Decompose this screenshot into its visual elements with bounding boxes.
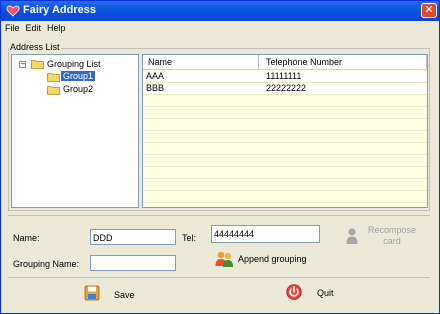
tree-item-group2[interactable]: Group2 — [63, 84, 93, 96]
list-header: Name Telephone Number — [143, 55, 427, 70]
grouping-tree[interactable]: − Grouping List Group1 Group2 — [11, 54, 139, 208]
tree-item-group1[interactable]: Group1 — [61, 71, 96, 83]
title-bar[interactable]: Fairy Address ✕ — [1, 1, 439, 21]
power-icon — [286, 284, 302, 300]
menu-file[interactable]: File — [1, 21, 23, 35]
folder-open-icon — [47, 73, 60, 82]
menu-bar: File Edit Help — [1, 21, 439, 35]
recompose-card-button[interactable]: Recompose card — [363, 225, 421, 247]
tree-item-grouping-list[interactable]: Grouping List — [47, 59, 101, 71]
close-button[interactable]: ✕ — [421, 3, 437, 18]
column-header-telephone[interactable]: Telephone Number — [266, 57, 342, 67]
divider — [8, 277, 430, 278]
cell-name: AAA — [146, 71, 165, 81]
name-input[interactable]: DDD — [90, 229, 176, 245]
tel-label: Tel: — [182, 233, 197, 243]
close-icon: ✕ — [424, 3, 434, 16]
save-icon — [84, 285, 100, 301]
append-grouping-button[interactable]: Append grouping — [215, 250, 319, 270]
collapse-icon[interactable]: − — [19, 61, 26, 68]
table-row[interactable]: AAA 11111111 — [143, 71, 427, 82]
column-header-name[interactable]: Name — [148, 57, 172, 67]
table-row[interactable]: BBB 22222222 — [143, 83, 427, 94]
name-label: Name: — [13, 233, 40, 243]
folder-icon — [47, 86, 60, 95]
window-title: Fairy Address — [23, 4, 96, 16]
quit-button[interactable]: Quit — [285, 284, 345, 304]
cell-phone: 22222222 — [266, 83, 307, 93]
save-label: Save — [114, 290, 135, 300]
cell-phone: 11111111 — [266, 71, 302, 81]
save-button[interactable]: Save — [81, 285, 141, 305]
address-list-label: Address List — [9, 42, 61, 52]
append-grouping-label: Append grouping — [238, 254, 307, 264]
menu-help[interactable]: Help — [44, 21, 69, 35]
heart-icon — [6, 5, 20, 17]
grouping-name-input[interactable] — [90, 255, 176, 271]
person-icon — [346, 228, 358, 244]
tel-input[interactable]: 44444444 — [211, 225, 320, 243]
cell-name: BBB — [146, 83, 165, 93]
grouping-name-label: Grouping Name: — [13, 259, 80, 269]
app-window: Fairy Address ✕ File Edit Help Address Lis… — [0, 0, 440, 314]
menu-edit[interactable]: Edit — [23, 21, 45, 35]
contact-list[interactable]: Name Telephone Number AAA 11111111 BBB 2… — [142, 54, 428, 208]
quit-label: Quit — [317, 288, 334, 298]
folder-icon — [31, 60, 44, 69]
users-icon — [215, 251, 233, 267]
